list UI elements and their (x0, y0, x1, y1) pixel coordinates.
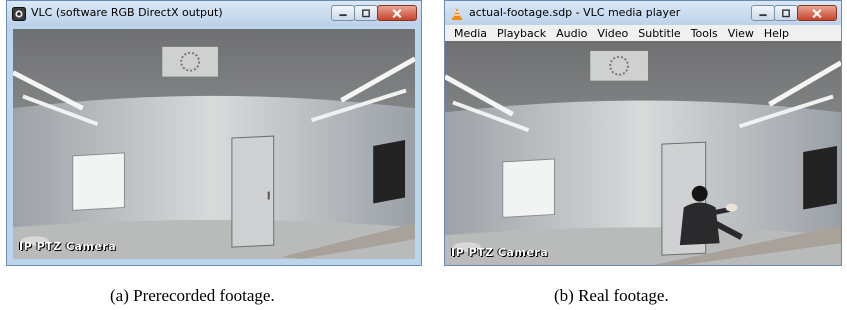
close-icon (812, 9, 822, 19)
room-scene-b (445, 41, 841, 265)
panel-a: VLC (software RGB DirectX output) IP PTZ… (6, 0, 422, 266)
video-frame-a[interactable]: IP PTZ Camera (13, 29, 415, 259)
camera-overlay-label-a: IP PTZ Camera (19, 240, 117, 253)
video-frame-b[interactable]: IP PTZ Camera (445, 41, 841, 265)
vlc-cone-icon (450, 6, 464, 20)
window-title-b: actual-footage.sdp - VLC media player (469, 6, 681, 19)
menu-playback[interactable]: Playback (492, 27, 551, 40)
menu-audio[interactable]: Audio (551, 27, 592, 40)
vlc-window-b: actual-footage.sdp - VLC media player Me… (444, 0, 842, 266)
minimize-icon (339, 14, 347, 17)
camera-icon (12, 6, 26, 21)
close-button-b[interactable] (797, 5, 837, 21)
maximize-icon (782, 9, 790, 18)
vlc-window-a: VLC (software RGB DirectX output) IP PTZ… (6, 0, 422, 266)
minimize-button-b[interactable] (751, 5, 775, 21)
menu-media[interactable]: Media (449, 27, 492, 40)
maximize-icon (362, 9, 370, 18)
minimize-icon (759, 14, 767, 17)
menu-help[interactable]: Help (759, 27, 794, 40)
menu-video[interactable]: Video (592, 27, 633, 40)
caption-a: (a) Prerecorded footage. (110, 286, 275, 305)
close-icon (392, 9, 402, 19)
menu-bar: Media Playback Audio Video Subtitle Tool… (445, 25, 841, 41)
room-scene-a (13, 29, 415, 259)
titlebar-b[interactable]: actual-footage.sdp - VLC media player (445, 1, 841, 25)
caption-b: (b) Real footage. (554, 286, 669, 305)
camera-overlay-label-b: IP PTZ Camera (451, 246, 549, 259)
window-title-a: VLC (software RGB DirectX output) (31, 6, 223, 19)
titlebar-a[interactable]: VLC (software RGB DirectX output) (7, 1, 421, 25)
minimize-button-a[interactable] (331, 5, 355, 21)
menu-tools[interactable]: Tools (686, 27, 723, 40)
maximize-button-a[interactable] (354, 5, 378, 21)
close-button-a[interactable] (377, 5, 417, 21)
menu-view[interactable]: View (723, 27, 759, 40)
maximize-button-b[interactable] (774, 5, 798, 21)
menu-subtitle[interactable]: Subtitle (633, 27, 685, 40)
panel-b: actual-footage.sdp - VLC media player Me… (444, 0, 842, 266)
